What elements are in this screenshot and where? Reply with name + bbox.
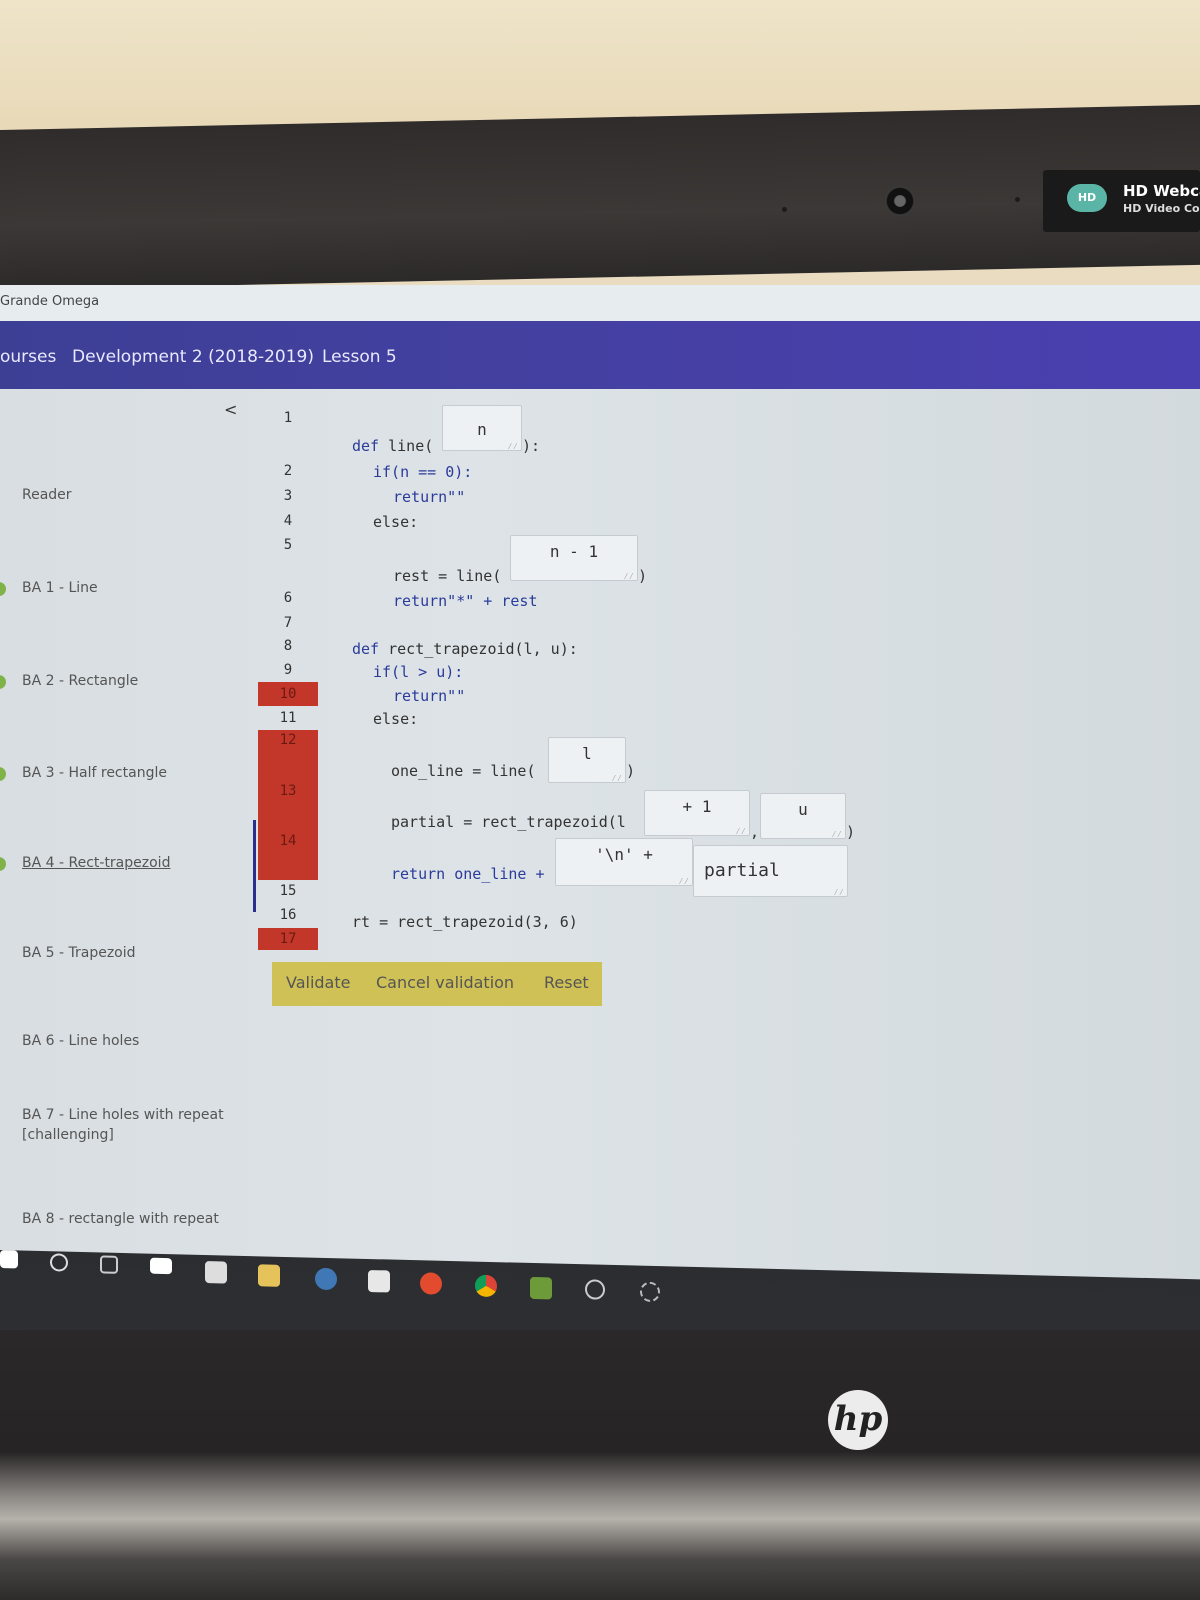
code-line-14: return one_line + bbox=[391, 865, 545, 883]
line-number: 2 bbox=[283, 463, 293, 479]
reset-button[interactable]: Reset bbox=[544, 973, 589, 992]
settings-icon[interactable] bbox=[640, 1281, 660, 1303]
file-explorer-icon[interactable] bbox=[258, 1264, 280, 1287]
top-navbar: ourses Development 2 (2018-2019) Lesson … bbox=[0, 321, 1200, 389]
line-number: 8 bbox=[283, 638, 293, 654]
hd-logo-icon: HD bbox=[1067, 184, 1107, 212]
code-line-5: rest = line( bbox=[393, 567, 502, 585]
indicator-dot bbox=[1015, 197, 1020, 202]
sidebar-item-label: BA 7 - Line holes with repeat bbox=[22, 1107, 224, 1123]
blank-field-1[interactable]: n bbox=[442, 405, 522, 452]
blank-field-6[interactable]: '\n' + bbox=[555, 838, 693, 887]
python-icon[interactable] bbox=[315, 1267, 337, 1291]
sidebar-item-label: BA 1 - Line bbox=[22, 580, 98, 596]
code-line-3: return"" bbox=[393, 488, 466, 506]
code-line-9: if(l > u): bbox=[373, 663, 464, 681]
blank-field-7[interactable]: partial bbox=[693, 845, 848, 898]
code-line-13: partial = rect_trapezoid(l bbox=[391, 813, 626, 831]
code-line-1: def line( bbox=[352, 437, 434, 455]
code-line-13-end: ) bbox=[846, 823, 856, 841]
nav-course[interactable]: Development 2 (2018-2019) bbox=[72, 347, 314, 367]
code-line-6: return"*" + rest bbox=[393, 592, 538, 610]
sidebar-item-label: BA 8 - rectangle with repeat bbox=[22, 1211, 219, 1227]
task-view-icon[interactable] bbox=[100, 1255, 118, 1274]
p-icon[interactable] bbox=[585, 1279, 605, 1300]
laptop-bezel-bottom bbox=[0, 1330, 1200, 1600]
error-line-number: 10 bbox=[258, 682, 318, 706]
line-number: 7 bbox=[283, 615, 293, 631]
collapse-sidebar-icon[interactable]: < bbox=[224, 400, 237, 419]
code-line-5-end: ) bbox=[638, 567, 648, 585]
sidebar-item-label: BA 2 - Rectangle bbox=[22, 673, 139, 689]
blank-field-3[interactable]: l bbox=[548, 737, 626, 784]
webcam-sticker: HD HD Webca HD Video Con bbox=[1043, 170, 1200, 232]
window-titlebar: Grande Omega bbox=[0, 285, 1200, 321]
code-line-1-end: ): bbox=[522, 437, 541, 455]
error-line-block bbox=[258, 730, 318, 880]
error-line-number: 14 bbox=[279, 833, 297, 849]
code-line-11: else: bbox=[373, 710, 419, 728]
status-done-icon bbox=[0, 582, 6, 596]
code-line-16: rt = rect_trapezoid(3, 6) bbox=[352, 913, 578, 931]
code-line-12: one_line = line( bbox=[391, 762, 536, 780]
status-done-icon bbox=[0, 767, 6, 781]
blank-field-5[interactable]: u bbox=[760, 793, 846, 840]
sidebar-item-label-2: [challenging] bbox=[22, 1127, 114, 1143]
line-number: 4 bbox=[283, 513, 293, 529]
notepad-icon[interactable] bbox=[368, 1269, 390, 1293]
windows-icon[interactable] bbox=[0, 1250, 18, 1269]
line-number: 9 bbox=[283, 662, 293, 678]
code-line-12-end: ) bbox=[626, 762, 636, 780]
nav-courses[interactable]: ourses bbox=[0, 347, 56, 367]
error-line-number: 12 bbox=[279, 732, 297, 748]
chrome-icon[interactable] bbox=[475, 1274, 497, 1298]
error-line-number: 17 bbox=[258, 928, 318, 950]
nav-lesson[interactable]: Lesson 5 bbox=[322, 347, 397, 367]
line-number: 16 bbox=[279, 907, 297, 923]
sidebar-item-label: BA 3 - Half rectangle bbox=[22, 765, 167, 781]
app-icon[interactable] bbox=[420, 1272, 442, 1295]
hp-logo: hp bbox=[828, 1390, 888, 1450]
validate-button[interactable]: Validate bbox=[286, 973, 350, 992]
blank-field-4[interactable]: + 1 bbox=[644, 790, 750, 837]
code-line-8: def rect_trapezoid(l, u): bbox=[352, 640, 578, 658]
mail-icon[interactable] bbox=[150, 1257, 172, 1275]
status-done-icon bbox=[0, 675, 6, 689]
webcam-lens bbox=[885, 186, 915, 216]
sidebar-item-label: BA 6 - Line holes bbox=[22, 1033, 140, 1049]
code-line-4: else: bbox=[373, 513, 419, 531]
sidebar-item-label: BA 5 - Trapezoid bbox=[22, 945, 136, 961]
sensor-dot bbox=[782, 207, 787, 212]
current-line-marker bbox=[253, 820, 256, 912]
screen: Grande Omega ourses Development 2 (2018-… bbox=[0, 285, 1200, 1345]
sidebar-item-label: Reader bbox=[22, 487, 72, 503]
blank-field-2[interactable]: n - 1 bbox=[510, 535, 638, 582]
line-number: 11 bbox=[279, 710, 297, 726]
action-button-bar: Validate Cancel validation Reset bbox=[272, 962, 602, 1006]
line-number: 3 bbox=[283, 488, 293, 504]
webcam-subtitle: HD Video Con bbox=[1123, 202, 1200, 215]
webcam-title: HD Webca bbox=[1123, 182, 1200, 200]
sidebar-item-label: BA 4 - Rect-trapezoid bbox=[22, 855, 171, 871]
code-line-13-comma: , bbox=[750, 823, 760, 841]
line-number: 15 bbox=[279, 883, 297, 899]
search-icon[interactable] bbox=[50, 1253, 68, 1272]
cancel-validation-button[interactable]: Cancel validation bbox=[376, 973, 514, 992]
code-line-2: if(n == 0): bbox=[373, 463, 473, 481]
error-line-number: 13 bbox=[279, 783, 297, 799]
laptop-bezel-top bbox=[0, 104, 1200, 290]
line-number: 1 bbox=[283, 410, 293, 426]
status-done-icon bbox=[0, 857, 6, 871]
code-line-10: return"" bbox=[393, 687, 466, 705]
calendar-icon[interactable] bbox=[205, 1261, 227, 1284]
window-title: Grande Omega bbox=[0, 294, 100, 309]
minecraft-icon[interactable] bbox=[530, 1276, 552, 1300]
line-number: 5 bbox=[283, 537, 293, 553]
line-number: 6 bbox=[283, 590, 293, 606]
